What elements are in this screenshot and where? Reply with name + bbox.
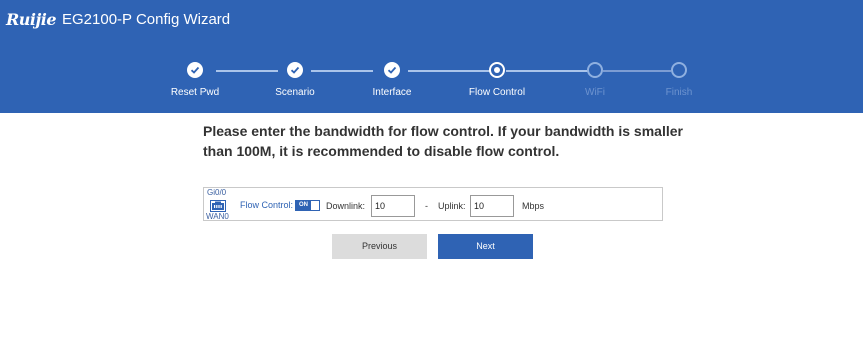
step-scenario-check-icon <box>287 62 303 78</box>
step-reset-pwd-check-icon <box>187 62 203 78</box>
step-connector <box>506 70 588 72</box>
flow-control-label: Flow Control: <box>240 200 294 210</box>
wizard-header: Ruijie EG2100-P Config Wizard Reset Pwd … <box>0 0 863 113</box>
step-label-wifi: WiFi <box>585 87 605 98</box>
port-name: Gi0/0 <box>207 188 227 197</box>
step-interface-check-icon <box>384 62 400 78</box>
port-role: WAN0 <box>206 212 229 221</box>
brand-logo: Ruijie <box>6 10 57 29</box>
step-label-interface: Interface <box>372 87 412 98</box>
bandwidth-unit: Mbps <box>522 201 545 211</box>
instruction-text: Please enter the bandwidth for flow cont… <box>203 123 683 159</box>
flow-control-panel: Gi0/0 WAN0 Flow Control: ON Downlink: 10… <box>203 187 663 221</box>
downlink-label: Downlink: <box>326 201 366 211</box>
step-label-reset-pwd: Reset Pwd <box>170 87 220 98</box>
wizard-title: EG2100-P Config Wizard <box>62 11 231 28</box>
step-connector <box>408 70 490 72</box>
step-wifi-pending-icon <box>587 62 603 78</box>
step-connector <box>311 70 373 72</box>
uplink-label: Uplink: <box>438 201 466 211</box>
step-label-flow-control: Flow Control <box>468 87 526 98</box>
downlink-input[interactable]: 10 <box>371 195 415 217</box>
flow-control-toggle[interactable]: ON <box>295 200 320 211</box>
step-connector <box>603 70 671 72</box>
toggle-on-text: ON <box>296 201 311 210</box>
uplink-input[interactable]: 10 <box>470 195 514 217</box>
step-label-scenario: Scenario <box>275 87 315 98</box>
previous-button[interactable]: Previous <box>332 234 427 259</box>
step-connector <box>216 70 278 72</box>
range-dash: - <box>425 201 428 211</box>
step-finish-pending-icon <box>671 62 687 78</box>
step-label-finish: Finish <box>665 87 693 98</box>
next-button[interactable]: Next <box>438 234 533 259</box>
step-flow-control-current-icon <box>489 62 505 78</box>
